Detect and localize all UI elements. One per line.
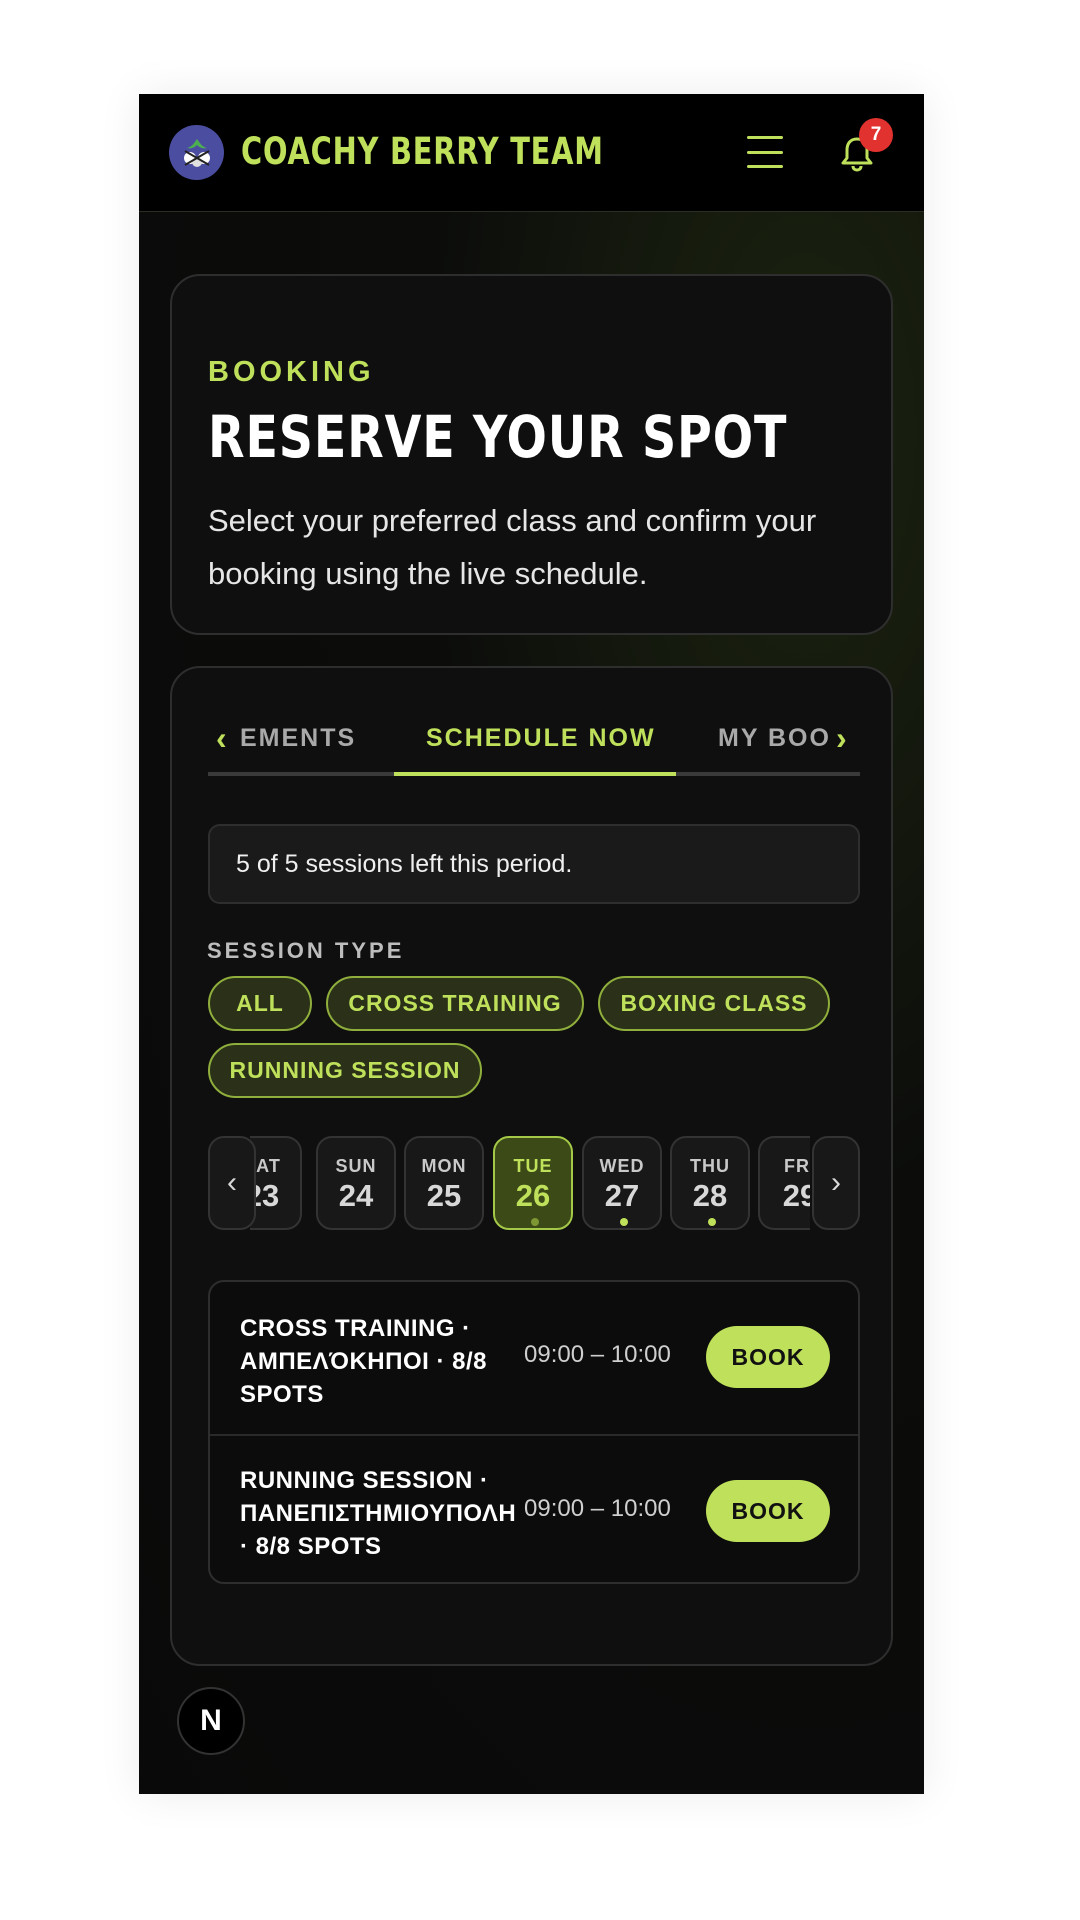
session-type-label: SESSION TYPE <box>207 938 405 963</box>
filter-chip-all[interactable]: ALL <box>208 976 312 1031</box>
tab-next-chevron-icon[interactable]: › <box>836 720 847 757</box>
notification-badge: 7 <box>859 118 893 152</box>
day-sun-24[interactable]: SUN 24 <box>316 1136 396 1230</box>
active-tab-indicator <box>394 772 676 776</box>
class-time: 09:00 – 10:00 <box>524 1341 671 1368</box>
date-picker-strip: SAT 23 SUN 24 MON 25 TUE 26 WED 27 <box>208 1136 860 1232</box>
day-thu-28[interactable]: THU 28 <box>670 1136 750 1230</box>
page-subtitle: Select your preferred class and confirm … <box>208 503 817 591</box>
class-row: RUNNING SESSION · ΠΑΝΕΠΙΣΤΗΜΙΟΥΠΟΛΗ · 8/… <box>210 1434 858 1582</box>
tab-bar: ‹ EMENTS SCHEDULE NOW MY BOOI › <box>208 708 860 776</box>
filter-chip-boxing-class[interactable]: BOXING CLASS <box>598 976 830 1031</box>
app-screen: COACHY BERRY TEAM 7 BOOKING RESERVE YOUR… <box>139 94 924 1794</box>
class-list: CROSS TRAINING · ΑΜΠΕΛΌΚΗΠΟΙ · 8/8 SPOTS… <box>208 1280 860 1584</box>
day-tue-26-selected[interactable]: TUE 26 <box>493 1136 573 1230</box>
class-title: RUNNING SESSION · ΠΑΝΕΠΙΣΤΗΜΙΟΥΠΟΛΗ · 8/… <box>240 1467 517 1560</box>
book-button[interactable]: BOOK <box>706 1326 830 1388</box>
dates-prev-chevron-icon[interactable]: ‹ <box>208 1136 256 1230</box>
brand-name[interactable]: COACHY BERRY TEAM <box>241 130 604 173</box>
class-time: 09:00 – 10:00 <box>524 1495 671 1522</box>
class-title: CROSS TRAINING · ΑΜΠΕΛΌΚΗΠΟΙ · 8/8 SPOTS <box>240 1315 487 1408</box>
session-indicator-dot <box>620 1218 628 1226</box>
day-sat-23[interactable]: SAT 23 <box>250 1136 302 1230</box>
filter-chip-cross-training[interactable]: CROSS TRAINING <box>326 976 584 1031</box>
team-logo[interactable] <box>169 125 224 180</box>
day-mon-25[interactable]: MON 25 <box>404 1136 484 1230</box>
book-button[interactable]: BOOK <box>706 1480 830 1542</box>
class-row: CROSS TRAINING · ΑΜΠΕΛΌΚΗΠΟΙ · 8/8 SPOTS… <box>210 1282 858 1432</box>
day-fri-29[interactable]: FRI 29 <box>758 1136 810 1230</box>
schedule-card: ‹ EMENTS SCHEDULE NOW MY BOOI › 5 of 5 s… <box>170 666 893 1666</box>
session-indicator-dot <box>708 1218 716 1226</box>
booking-intro-card: BOOKING RESERVE YOUR SPOT Select your pr… <box>170 274 893 635</box>
tab-announcements[interactable]: EMENTS <box>240 724 358 753</box>
tab-prev-chevron-icon[interactable]: ‹ <box>216 720 227 757</box>
session-indicator-dot <box>531 1218 539 1226</box>
hamburger-menu-icon[interactable] <box>747 136 783 168</box>
tab-schedule-now[interactable]: SCHEDULE NOW <box>426 724 656 753</box>
tab-my-bookings[interactable]: MY BOOI <box>718 724 830 753</box>
filter-chip-running-session[interactable]: RUNNING SESSION <box>208 1043 482 1098</box>
sessions-remaining-notice: 5 of 5 sessions left this period. <box>208 824 860 904</box>
day-wed-27[interactable]: WED 27 <box>582 1136 662 1230</box>
page-title: RESERVE YOUR SPOT <box>208 403 788 471</box>
section-eyebrow: BOOKING <box>208 356 375 388</box>
floating-n-button[interactable]: N <box>177 1687 245 1755</box>
dates-next-chevron-icon[interactable]: › <box>812 1136 860 1230</box>
berry-logo-icon <box>183 138 210 167</box>
top-bar: COACHY BERRY TEAM 7 <box>139 94 924 212</box>
